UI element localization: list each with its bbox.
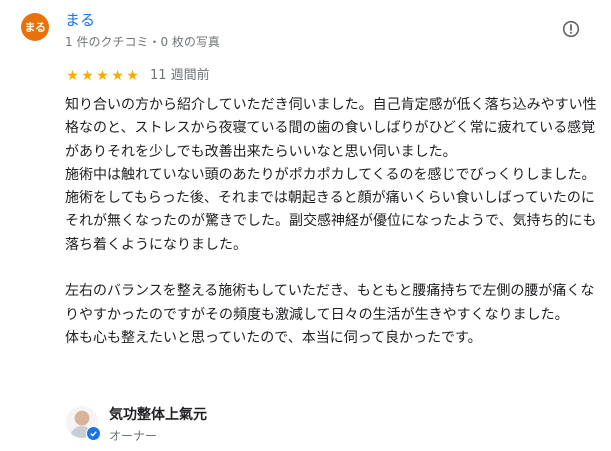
report-icon	[562, 20, 580, 38]
star-icon: ★	[96, 68, 109, 84]
star-icon: ★	[81, 68, 94, 84]
report-button[interactable]	[560, 18, 582, 40]
star-rating: ★ ★ ★ ★ ★	[65, 68, 140, 84]
verified-check-icon	[86, 426, 101, 441]
star-icon: ★	[66, 68, 79, 84]
checkmark-icon	[90, 431, 97, 437]
rating-row: ★ ★ ★ ★ ★ 11 週間前	[65, 66, 210, 86]
reviewer-meta: 1 件のクチコミ・0 枚の写真	[65, 35, 220, 49]
review-date: 11 週間前	[150, 68, 210, 83]
reviewer-name[interactable]: まる	[65, 10, 95, 30]
owner-role: オーナー	[109, 429, 158, 443]
star-icon: ★	[111, 68, 124, 84]
owner-name: 気功整体上氣元	[109, 407, 207, 423]
star-icon: ★	[126, 68, 139, 84]
reviewer-avatar[interactable]: まる	[21, 13, 49, 41]
review-text: 知り合いの方から紹介していただき伺いました。自己肯定感が低く落ち込みやすい性格な…	[65, 97, 597, 346]
